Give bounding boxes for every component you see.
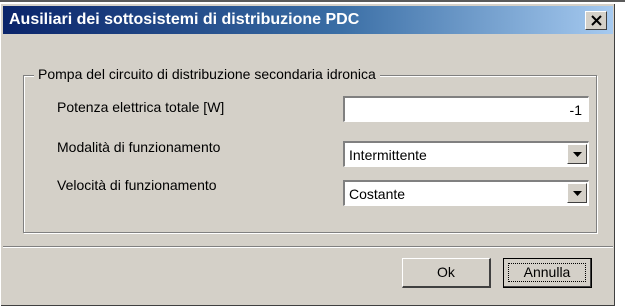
chevron-down-icon (573, 191, 582, 196)
power-label: Potenza elettrica totale [W] (57, 99, 225, 115)
mode-dropdown-button[interactable] (567, 144, 587, 164)
ok-button[interactable]: Ok (402, 258, 491, 288)
mode-label: Modalità di funzionamento (57, 139, 221, 155)
separator-highlight (3, 247, 613, 248)
title-bar[interactable]: Ausiliari dei sottosistemi di distribuzi… (3, 6, 613, 34)
focus-rectangle (508, 263, 586, 282)
dialog-window: Ausiliari dei sottosistemi di distribuzi… (1, 4, 615, 306)
close-button[interactable] (585, 11, 607, 30)
power-input[interactable]: -1 (343, 96, 589, 122)
mode-select[interactable]: Intermittente (343, 141, 589, 167)
speed-select-value: Costante (349, 186, 406, 202)
close-icon (591, 15, 602, 26)
chevron-down-icon (573, 152, 582, 157)
window-title: Ausiliari dei sottosistemi di distribuzi… (9, 11, 360, 28)
cancel-button[interactable]: Annulla (503, 258, 592, 288)
mode-select-value: Intermittente (349, 147, 427, 163)
group-legend: Pompa del circuito di distribuzione seco… (34, 66, 380, 82)
speed-select[interactable]: Costante (343, 180, 589, 206)
background-edge (0, 0, 625, 2)
speed-label: Velocità di funzionamento (57, 177, 217, 193)
speed-dropdown-button[interactable] (567, 183, 587, 203)
